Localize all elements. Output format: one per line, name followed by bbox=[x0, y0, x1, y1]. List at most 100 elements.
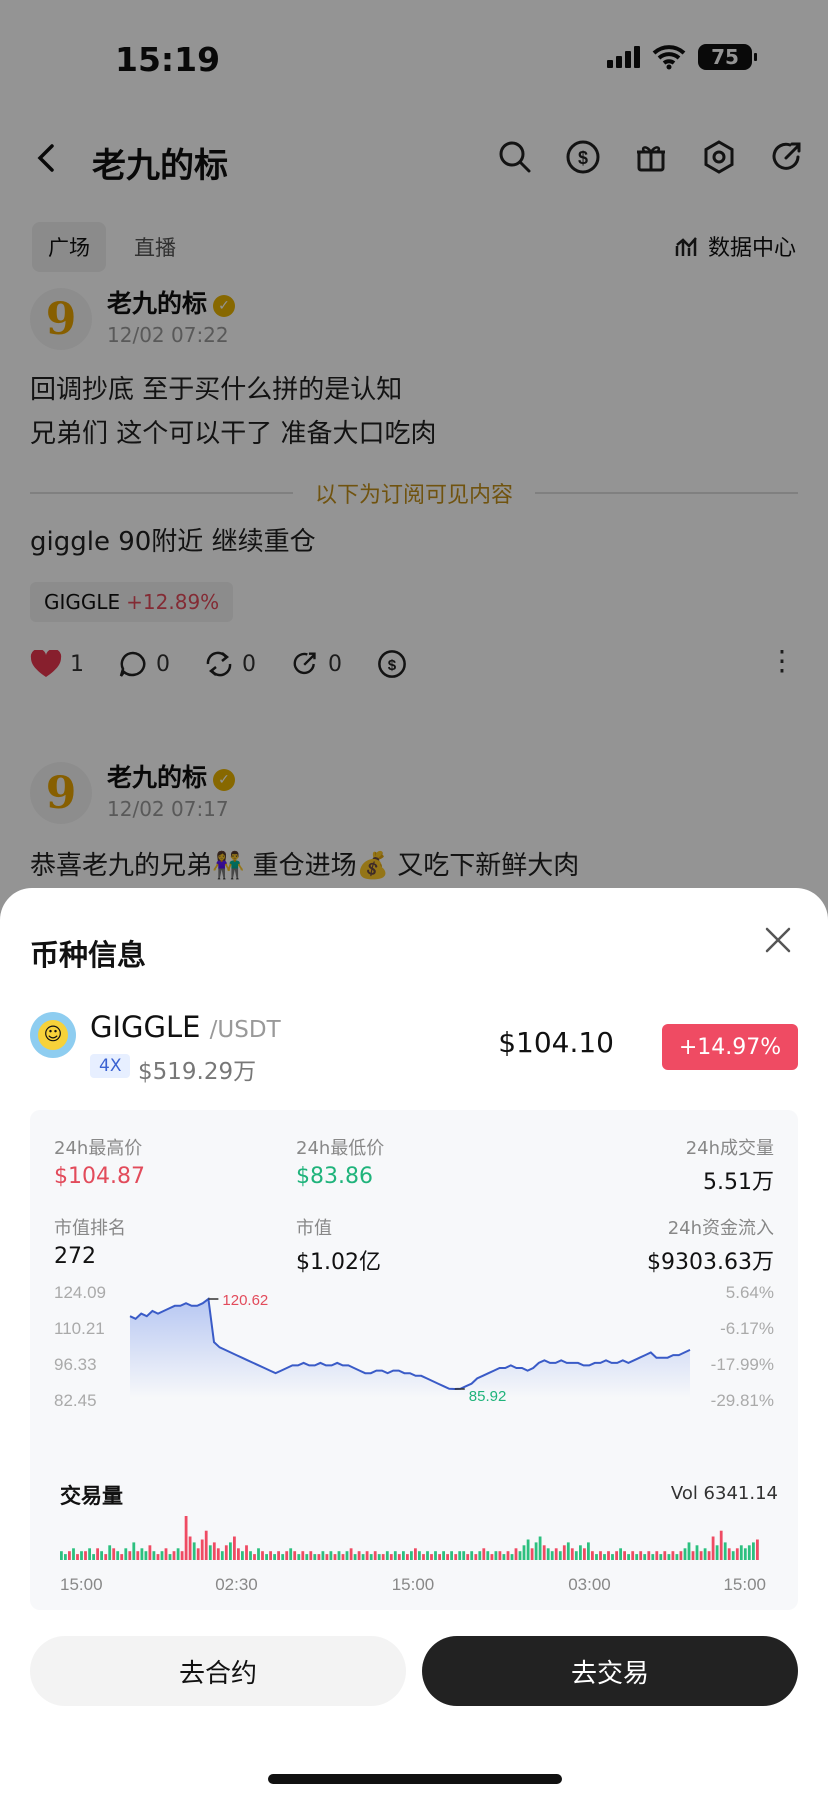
volume-bar bbox=[373, 1551, 377, 1560]
volume-bar bbox=[562, 1545, 566, 1560]
volume-bar bbox=[691, 1551, 695, 1560]
volume-bar bbox=[140, 1548, 144, 1560]
volume-bar bbox=[715, 1545, 719, 1560]
volume-bar bbox=[574, 1551, 578, 1560]
coin-volume-line: $519.29万 bbox=[138, 1059, 257, 1085]
sheet-title: 币种信息 bbox=[30, 938, 147, 972]
volume-bar bbox=[619, 1548, 622, 1560]
volume-bar bbox=[241, 1551, 244, 1560]
volume-bar bbox=[152, 1551, 156, 1560]
volume-bar bbox=[542, 1545, 546, 1560]
volume-bar bbox=[699, 1551, 703, 1560]
price-chart[interactable]: 124.09 110.21 96.33 82.45 5.64% -6.17% -17.99%… bbox=[30, 1280, 798, 1460]
close-icon[interactable] bbox=[760, 922, 796, 958]
volume-bar bbox=[747, 1545, 751, 1560]
volume-bar bbox=[345, 1551, 349, 1560]
volume-bar bbox=[498, 1551, 502, 1560]
volume-bar bbox=[144, 1551, 148, 1560]
volume-bar bbox=[104, 1554, 108, 1560]
volume-bar bbox=[309, 1551, 313, 1560]
go-contract-button[interactable]: 去合约 bbox=[30, 1636, 406, 1706]
volume-bar bbox=[301, 1551, 305, 1560]
volume-bar bbox=[462, 1551, 466, 1560]
volume-bar bbox=[599, 1551, 602, 1560]
volume-bar bbox=[353, 1554, 357, 1560]
volume-bar bbox=[558, 1551, 562, 1560]
volume-bar bbox=[655, 1551, 659, 1560]
volume-bar bbox=[454, 1554, 458, 1560]
volume-bar bbox=[756, 1539, 759, 1560]
volume-bar bbox=[273, 1554, 276, 1560]
volume-bar bbox=[229, 1542, 232, 1560]
volume-bar bbox=[192, 1542, 196, 1560]
volume-bar bbox=[719, 1530, 723, 1560]
volume-bar bbox=[639, 1551, 643, 1560]
volume-bar bbox=[128, 1551, 132, 1560]
x-tick-label: 15:00 bbox=[723, 1575, 766, 1594]
volume-bar bbox=[216, 1548, 220, 1560]
stat-low: 24h最低价 $83.86 bbox=[296, 1134, 384, 1189]
volume-bar bbox=[402, 1551, 405, 1560]
volume-bar bbox=[627, 1554, 630, 1560]
home-indicator bbox=[268, 1774, 562, 1784]
volume-bar bbox=[333, 1554, 337, 1560]
volume-bar bbox=[365, 1551, 369, 1560]
stat-inflow: 24h资金流入 $9303.63万 bbox=[647, 1214, 774, 1276]
volume-bar bbox=[92, 1554, 95, 1560]
volume-bar bbox=[377, 1554, 381, 1560]
volume-bar bbox=[88, 1548, 91, 1560]
volume-bar bbox=[313, 1554, 317, 1560]
volume-bar bbox=[132, 1542, 136, 1560]
x-tick-label: 03:00 bbox=[568, 1575, 611, 1594]
volume-bar bbox=[237, 1548, 240, 1560]
stat-high: 24h最高价 $104.87 bbox=[54, 1134, 145, 1189]
volume-bar bbox=[116, 1551, 120, 1560]
volume-bar bbox=[180, 1551, 184, 1560]
volume-bar bbox=[329, 1551, 333, 1560]
volume-bar bbox=[526, 1539, 530, 1560]
volume-bar bbox=[570, 1548, 574, 1560]
go-trade-button[interactable]: 去交易 bbox=[422, 1636, 798, 1706]
volume-bar bbox=[611, 1554, 614, 1560]
volume-bar bbox=[579, 1545, 582, 1560]
volume-bar bbox=[554, 1548, 558, 1560]
volume-bar bbox=[723, 1542, 727, 1560]
min-label: 85.92 bbox=[469, 1388, 507, 1405]
volume-bar bbox=[337, 1551, 341, 1560]
volume-bar bbox=[136, 1551, 140, 1560]
volume-value: Vol 6341.14 bbox=[670, 1483, 778, 1504]
volume-bar bbox=[253, 1554, 256, 1560]
volume-bar bbox=[530, 1548, 534, 1560]
volume-bar bbox=[381, 1554, 385, 1560]
coin-logo-icon: ☺ bbox=[30, 1012, 76, 1058]
volume-bar bbox=[172, 1551, 176, 1560]
volume-bar bbox=[643, 1554, 647, 1560]
volume-bar bbox=[675, 1554, 679, 1560]
volume-bar bbox=[647, 1551, 651, 1560]
volume-bar bbox=[687, 1542, 691, 1560]
stat-high-label: 24h最高价 bbox=[54, 1138, 143, 1159]
volume-bar bbox=[361, 1554, 365, 1560]
volume-bar bbox=[200, 1539, 204, 1560]
volume-bar bbox=[233, 1536, 236, 1560]
volume-bar bbox=[595, 1554, 598, 1560]
volume-bar bbox=[80, 1551, 83, 1560]
volume-bar bbox=[583, 1548, 586, 1560]
stat-mcap-value: $1.02亿 bbox=[296, 1250, 381, 1275]
coin-name: GIGGLE /USDT bbox=[90, 1010, 281, 1044]
volume-bar bbox=[651, 1554, 655, 1560]
volume-bar bbox=[671, 1551, 675, 1560]
volume-bar bbox=[506, 1551, 510, 1560]
volume-bar bbox=[635, 1554, 639, 1560]
volume-bar bbox=[438, 1554, 441, 1560]
volume-bar bbox=[434, 1551, 437, 1560]
volume-bar bbox=[385, 1551, 389, 1560]
coin-summary: ☺ GIGGLE /USDT 4X $519.29万 $104.10 +14.9… bbox=[30, 1010, 798, 1085]
volume-bar bbox=[667, 1554, 671, 1560]
volume-bar bbox=[389, 1554, 393, 1560]
volume-bar bbox=[257, 1548, 260, 1560]
volume-bar bbox=[752, 1542, 755, 1560]
volume-bar bbox=[711, 1536, 715, 1560]
volume-bar bbox=[534, 1542, 538, 1560]
volume-bar bbox=[659, 1554, 663, 1560]
